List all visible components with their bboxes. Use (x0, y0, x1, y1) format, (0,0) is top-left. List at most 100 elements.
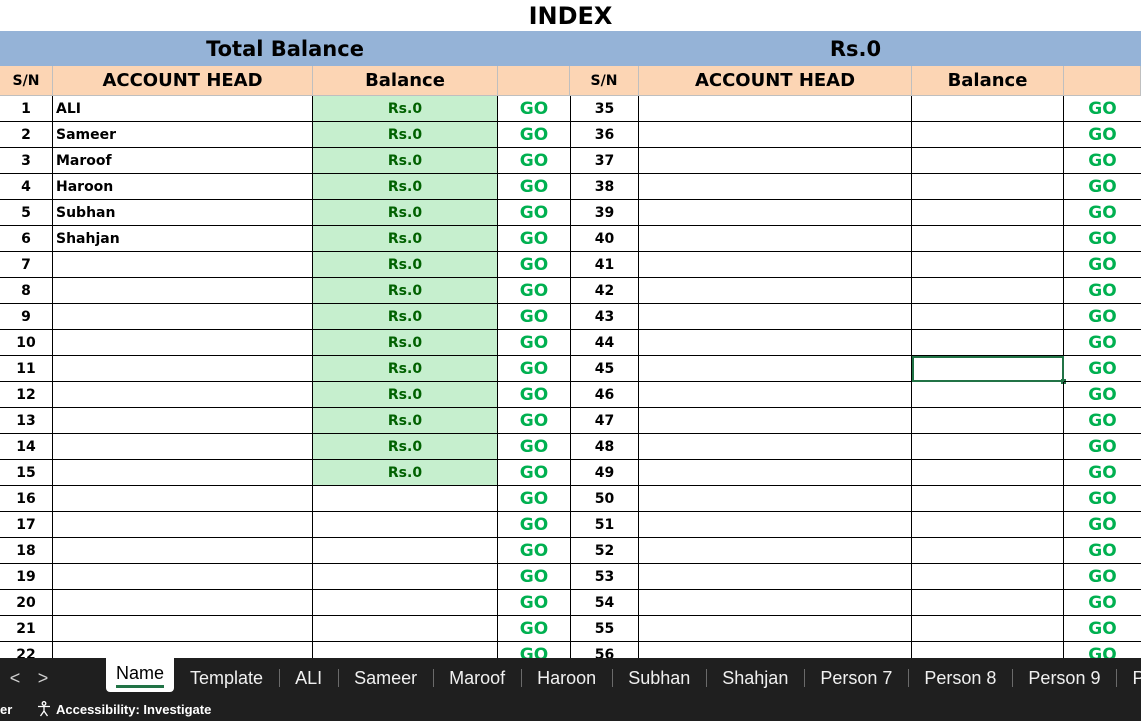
header-go-2[interactable] (1064, 66, 1141, 96)
row-account-name-2[interactable] (639, 564, 912, 590)
row-account-name[interactable] (53, 486, 313, 512)
go-link-2[interactable]: GO (1064, 590, 1141, 616)
go-link-2[interactable]: GO (1064, 642, 1141, 659)
row-balance-2[interactable] (912, 304, 1064, 330)
row-account-name-2[interactable] (639, 356, 912, 382)
row-balance[interactable] (313, 564, 498, 590)
row-account-name[interactable] (53, 356, 313, 382)
row-account-name-2[interactable] (639, 590, 912, 616)
row-balance[interactable]: Rs.0 (313, 226, 498, 252)
row-account-name-2[interactable] (639, 304, 912, 330)
go-link-2[interactable]: GO (1064, 148, 1141, 174)
go-link[interactable]: GO (498, 382, 570, 408)
go-link[interactable]: GO (498, 486, 570, 512)
row-account-name-2[interactable] (639, 330, 912, 356)
row-balance-2[interactable] (912, 564, 1064, 590)
go-link-2[interactable]: GO (1064, 122, 1141, 148)
row-account-name-2[interactable] (639, 408, 912, 434)
row-account-name[interactable] (53, 642, 313, 658)
row-account-name[interactable] (53, 512, 313, 538)
sheet-tab[interactable]: Pers (1116, 658, 1141, 698)
go-link[interactable]: GO (498, 434, 570, 460)
go-link-2[interactable]: GO (1064, 200, 1141, 226)
go-link[interactable]: GO (498, 408, 570, 434)
row-account-name-2[interactable] (639, 122, 912, 148)
go-link-2[interactable]: GO (1064, 252, 1141, 278)
total-balance-label[interactable]: Total Balance (0, 31, 570, 66)
row-balance[interactable]: Rs.0 (313, 278, 498, 304)
row-balance-2[interactable] (912, 148, 1064, 174)
go-link[interactable]: GO (498, 538, 570, 564)
row-account-name[interactable] (53, 408, 313, 434)
go-link[interactable]: GO (498, 148, 570, 174)
go-link[interactable]: GO (498, 330, 570, 356)
go-link-2[interactable]: GO (1064, 616, 1141, 642)
sheet-tab[interactable]: Name (106, 658, 175, 692)
row-balance[interactable]: Rs.0 (313, 356, 498, 382)
row-balance[interactable]: Rs.0 (313, 460, 498, 486)
row-balance[interactable] (313, 538, 498, 564)
row-balance-2[interactable] (912, 460, 1064, 486)
row-account-name-2[interactable] (639, 486, 912, 512)
header-go[interactable] (498, 66, 570, 96)
row-balance[interactable]: Rs.0 (313, 434, 498, 460)
row-balance-2[interactable] (912, 434, 1064, 460)
go-link[interactable]: GO (498, 356, 570, 382)
row-balance-2[interactable] (912, 642, 1064, 658)
header-balance[interactable]: Balance (313, 66, 498, 96)
row-account-name-2[interactable] (639, 148, 912, 174)
row-balance[interactable]: Rs.0 (313, 382, 498, 408)
row-account-name[interactable] (53, 460, 313, 486)
sheet-tab[interactable]: Template (174, 658, 279, 698)
row-account-name-2[interactable] (639, 538, 912, 564)
row-balance-2[interactable] (912, 278, 1064, 304)
sheet-tab[interactable]: Person 7 (804, 658, 908, 698)
row-account-name-2[interactable] (639, 96, 912, 122)
go-link[interactable]: GO (498, 174, 570, 200)
go-link-2[interactable]: GO (1064, 460, 1141, 486)
row-balance[interactable]: Rs.0 (313, 96, 498, 122)
row-balance[interactable] (313, 590, 498, 616)
go-link-2[interactable]: GO (1064, 174, 1141, 200)
row-account-name[interactable] (53, 252, 313, 278)
header-account-head[interactable]: ACCOUNT HEAD (53, 66, 313, 96)
accessibility-status[interactable]: Accessibility: Investigate (36, 701, 211, 717)
go-link[interactable]: GO (498, 616, 570, 642)
row-account-name[interactable] (53, 278, 313, 304)
go-link[interactable]: GO (498, 590, 570, 616)
sheet-tab[interactable]: Sameer (338, 658, 433, 698)
go-link[interactable]: GO (498, 226, 570, 252)
sheet-tab[interactable]: Haroon (521, 658, 612, 698)
chevron-right-icon[interactable]: > (28, 664, 58, 692)
row-balance-2[interactable] (912, 122, 1064, 148)
go-link[interactable]: GO (498, 460, 570, 486)
header-sn[interactable]: S/N (0, 66, 53, 96)
total-balance-value[interactable]: Rs.0 (570, 31, 1141, 66)
row-balance-2[interactable] (912, 616, 1064, 642)
row-balance-2[interactable] (912, 226, 1064, 252)
row-account-name[interactable]: Haroon (53, 174, 313, 200)
row-balance[interactable] (313, 512, 498, 538)
row-balance[interactable] (313, 486, 498, 512)
row-balance-2[interactable] (912, 382, 1064, 408)
sheet-tab[interactable]: Person 8 (908, 658, 1012, 698)
row-account-name[interactable] (53, 616, 313, 642)
row-account-name[interactable] (53, 304, 313, 330)
go-link-2[interactable]: GO (1064, 512, 1141, 538)
header-account-head-2[interactable]: ACCOUNT HEAD (639, 66, 912, 96)
go-link[interactable]: GO (498, 564, 570, 590)
row-balance[interactable]: Rs.0 (313, 122, 498, 148)
row-balance[interactable]: Rs.0 (313, 148, 498, 174)
row-account-name[interactable]: Sameer (53, 122, 313, 148)
sheet-tab[interactable]: Person 9 (1012, 658, 1116, 698)
go-link-2[interactable]: GO (1064, 356, 1141, 382)
row-balance[interactable]: Rs.0 (313, 330, 498, 356)
go-link-2[interactable]: GO (1064, 486, 1141, 512)
row-account-name[interactable] (53, 590, 313, 616)
row-balance-2[interactable] (912, 408, 1064, 434)
row-balance[interactable]: Rs.0 (313, 304, 498, 330)
row-balance-2[interactable] (912, 200, 1064, 226)
row-account-name[interactable]: Maroof (53, 148, 313, 174)
row-balance[interactable] (313, 642, 498, 658)
go-link-2[interactable]: GO (1064, 382, 1141, 408)
